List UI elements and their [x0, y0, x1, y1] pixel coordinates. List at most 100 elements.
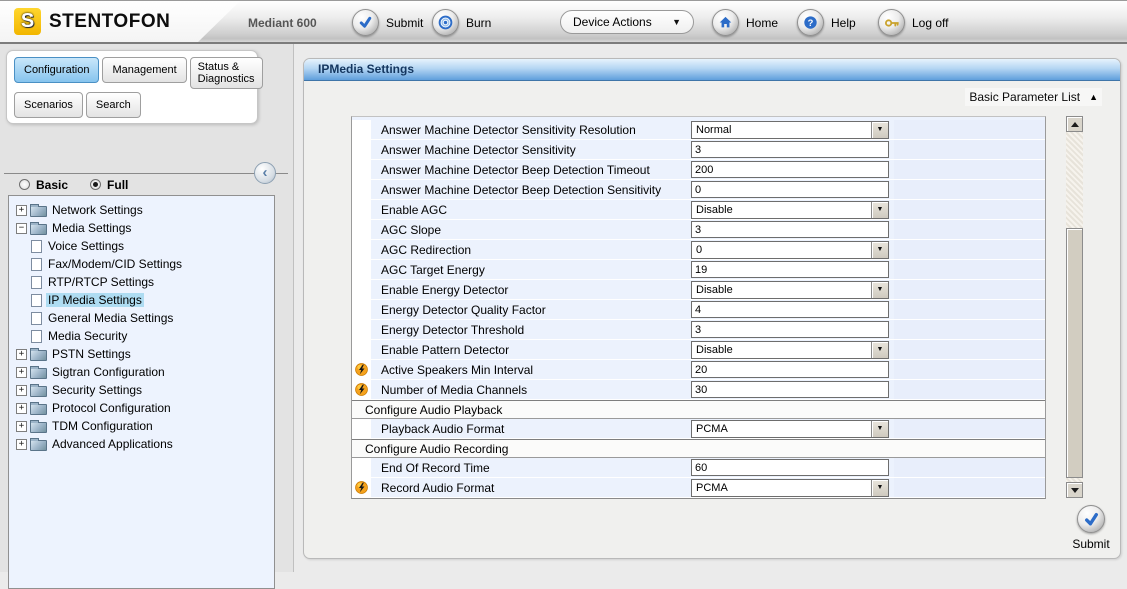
dropdown-arrow-icon: ▼ — [871, 122, 888, 138]
tab-search[interactable]: Search — [86, 92, 141, 118]
help-toolbar-button[interactable]: ? Help — [797, 9, 856, 36]
top-banner: S STENTOFON Mediant 600 Submit Burn Devi… — [0, 0, 1127, 44]
section-header-configure-audio-recording: Configure Audio Recording — [352, 439, 1045, 458]
parameter-list-toggle[interactable]: Basic Parameter List ▲ — [965, 88, 1102, 106]
tree-item-advanced-applications[interactable]: + Advanced Applications — [9, 435, 274, 453]
param-input-answer-machine-detector-beep-detection-timeout[interactable] — [691, 161, 889, 178]
scroll-down-button[interactable] — [1066, 482, 1083, 498]
param-input-active-speakers-min-interval[interactable] — [691, 361, 889, 378]
param-select-value: PCMA — [692, 480, 871, 496]
tab-status-diagnostics[interactable]: Status & Diagnostics — [190, 57, 263, 89]
flag-cell-empty — [352, 280, 371, 299]
expand-node-icon[interactable]: + — [16, 349, 27, 360]
tree-item-sigtran-configuration[interactable]: + Sigtran Configuration — [9, 363, 274, 381]
tree-item-tdm-configuration[interactable]: +TDM Configuration — [9, 417, 274, 435]
burn-toolbar-button[interactable]: Burn — [432, 9, 491, 36]
view-option-full[interactable]: Full — [90, 178, 128, 192]
tree-item-media-security[interactable]: Media Security — [9, 327, 274, 345]
param-row-enable-energy-detector: Enable Energy DetectorDisable▼ — [352, 280, 1045, 300]
param-row-agc-slope: AGC Slope — [352, 220, 1045, 240]
parameter-list-toggle-label: Basic Parameter List — [969, 90, 1080, 104]
triangle-down-icon — [1071, 488, 1079, 493]
tree-item-media-settings[interactable]: −Media Settings — [9, 219, 274, 237]
tab-configuration[interactable]: Configuration — [14, 57, 99, 83]
collapse-node-icon[interactable]: − — [16, 223, 27, 234]
tree-item-pstn-settings[interactable]: +PSTN Settings — [9, 345, 274, 363]
section-header-label: Configure Audio Recording — [365, 442, 508, 456]
folder-icon — [30, 386, 47, 397]
radio-icon — [90, 179, 101, 190]
param-select-playback-audio-format[interactable]: PCMA▼ — [691, 420, 889, 438]
param-input-end-of-record-time[interactable] — [691, 459, 889, 476]
param-input-agc-slope[interactable] — [691, 221, 889, 238]
view-option-basic[interactable]: Basic — [19, 178, 68, 192]
tree-item-voice-settings[interactable]: Voice Settings — [9, 237, 274, 255]
param-input-answer-machine-detector-beep-detection-sensitivity[interactable] — [691, 181, 889, 198]
param-label: Energy Detector Threshold — [371, 320, 691, 339]
tree-item-general-media-settings[interactable]: General Media Settings — [9, 309, 274, 327]
param-select-record-audio-format[interactable]: PCMA▼ — [691, 479, 889, 497]
expand-node-icon[interactable]: + — [16, 439, 27, 450]
key-icon — [878, 9, 905, 36]
collapse-sidebar-button[interactable]: ‹ — [254, 162, 276, 184]
home-toolbar-button[interactable]: Home — [712, 9, 778, 36]
scroll-up-button[interactable] — [1066, 116, 1083, 132]
tree-item-network-settings[interactable]: +Network Settings — [9, 201, 274, 219]
tab-scenarios[interactable]: Scenarios — [14, 92, 83, 118]
tab-row: ConfigurationManagementStatus & Diagnost… — [14, 57, 253, 89]
param-input-energy-detector-quality-factor[interactable] — [691, 301, 889, 318]
tab-management[interactable]: Management — [102, 57, 186, 83]
param-row-number-of-media-channels: Number of Media Channels — [352, 380, 1045, 400]
tree-item-rtp-rtcp-settings[interactable]: RTP/RTCP Settings — [9, 273, 274, 291]
log-off-toolbar-button[interactable]: Log off — [878, 9, 948, 36]
tree-item-ip-media-settings[interactable]: IP Media Settings — [9, 291, 274, 309]
tree-item-security-settings[interactable]: +Security Settings — [9, 381, 274, 399]
restart-required-icon — [352, 478, 371, 497]
param-row-spacer — [894, 380, 1045, 399]
device-actions-dropdown[interactable]: Device Actions ▼ — [560, 10, 694, 34]
scrollbar-thumb[interactable] — [1066, 228, 1083, 478]
param-select-enable-pattern-detector[interactable]: Disable▼ — [691, 341, 889, 359]
param-select-answer-machine-detector-sensitivity-resolution[interactable]: Normal▼ — [691, 121, 889, 139]
document-icon — [31, 276, 42, 289]
param-select-agc-redirection[interactable]: 0▼ — [691, 241, 889, 259]
param-select-enable-energy-detector[interactable]: Disable▼ — [691, 281, 889, 299]
tree-item-label: Sigtran Configuration — [50, 365, 167, 379]
document-icon — [31, 240, 42, 253]
param-row-spacer — [894, 419, 1045, 438]
folder-icon — [30, 350, 47, 361]
param-control-cell — [691, 320, 894, 339]
expand-node-icon[interactable]: + — [16, 421, 27, 432]
expand-node-icon[interactable]: + — [16, 205, 27, 216]
param-row-answer-machine-detector-beep-detection-timeout: Answer Machine Detector Beep Detection T… — [352, 160, 1045, 180]
param-input-energy-detector-threshold[interactable] — [691, 321, 889, 338]
scrollbar-track[interactable] — [1066, 132, 1083, 482]
dropdown-arrow-icon: ▼ — [871, 242, 888, 258]
param-label: AGC Slope — [371, 220, 691, 239]
param-row-spacer — [894, 340, 1045, 359]
expand-node-icon[interactable]: + — [16, 367, 27, 378]
flag-cell-empty — [352, 160, 371, 179]
dropdown-arrow-icon: ▼ — [871, 421, 888, 437]
dropdown-arrow-icon: ▼ — [871, 202, 888, 218]
triangle-up-icon: ▲ — [1089, 92, 1098, 102]
tree-item-label: IP Media Settings — [46, 293, 144, 307]
param-select-value: Normal — [692, 122, 871, 138]
param-input-agc-target-energy[interactable] — [691, 261, 889, 278]
submit-toolbar-button[interactable]: Submit — [352, 9, 423, 36]
tree-item-protocol-configuration[interactable]: +Protocol Configuration — [9, 399, 274, 417]
document-icon — [31, 312, 42, 325]
submit-button[interactable]: Submit — [1060, 505, 1122, 551]
sidebar-tab-panel: ConfigurationManagementStatus & Diagnost… — [6, 50, 258, 124]
tree-item-fax-modem-cid-settings[interactable]: Fax/Modem/CID Settings — [9, 255, 274, 273]
tree-item-label: Advanced Applications — [50, 437, 175, 451]
param-input-answer-machine-detector-sensitivity[interactable] — [691, 141, 889, 158]
triangle-up-icon — [1071, 122, 1079, 127]
param-input-number-of-media-channels[interactable] — [691, 381, 889, 398]
radio-icon — [19, 179, 30, 190]
expand-node-icon[interactable]: + — [16, 385, 27, 396]
param-select-enable-agc[interactable]: Disable▼ — [691, 201, 889, 219]
expand-node-icon[interactable]: + — [16, 403, 27, 414]
param-row-spacer — [894, 300, 1045, 319]
param-row-active-speakers-min-interval: Active Speakers Min Interval — [352, 360, 1045, 380]
